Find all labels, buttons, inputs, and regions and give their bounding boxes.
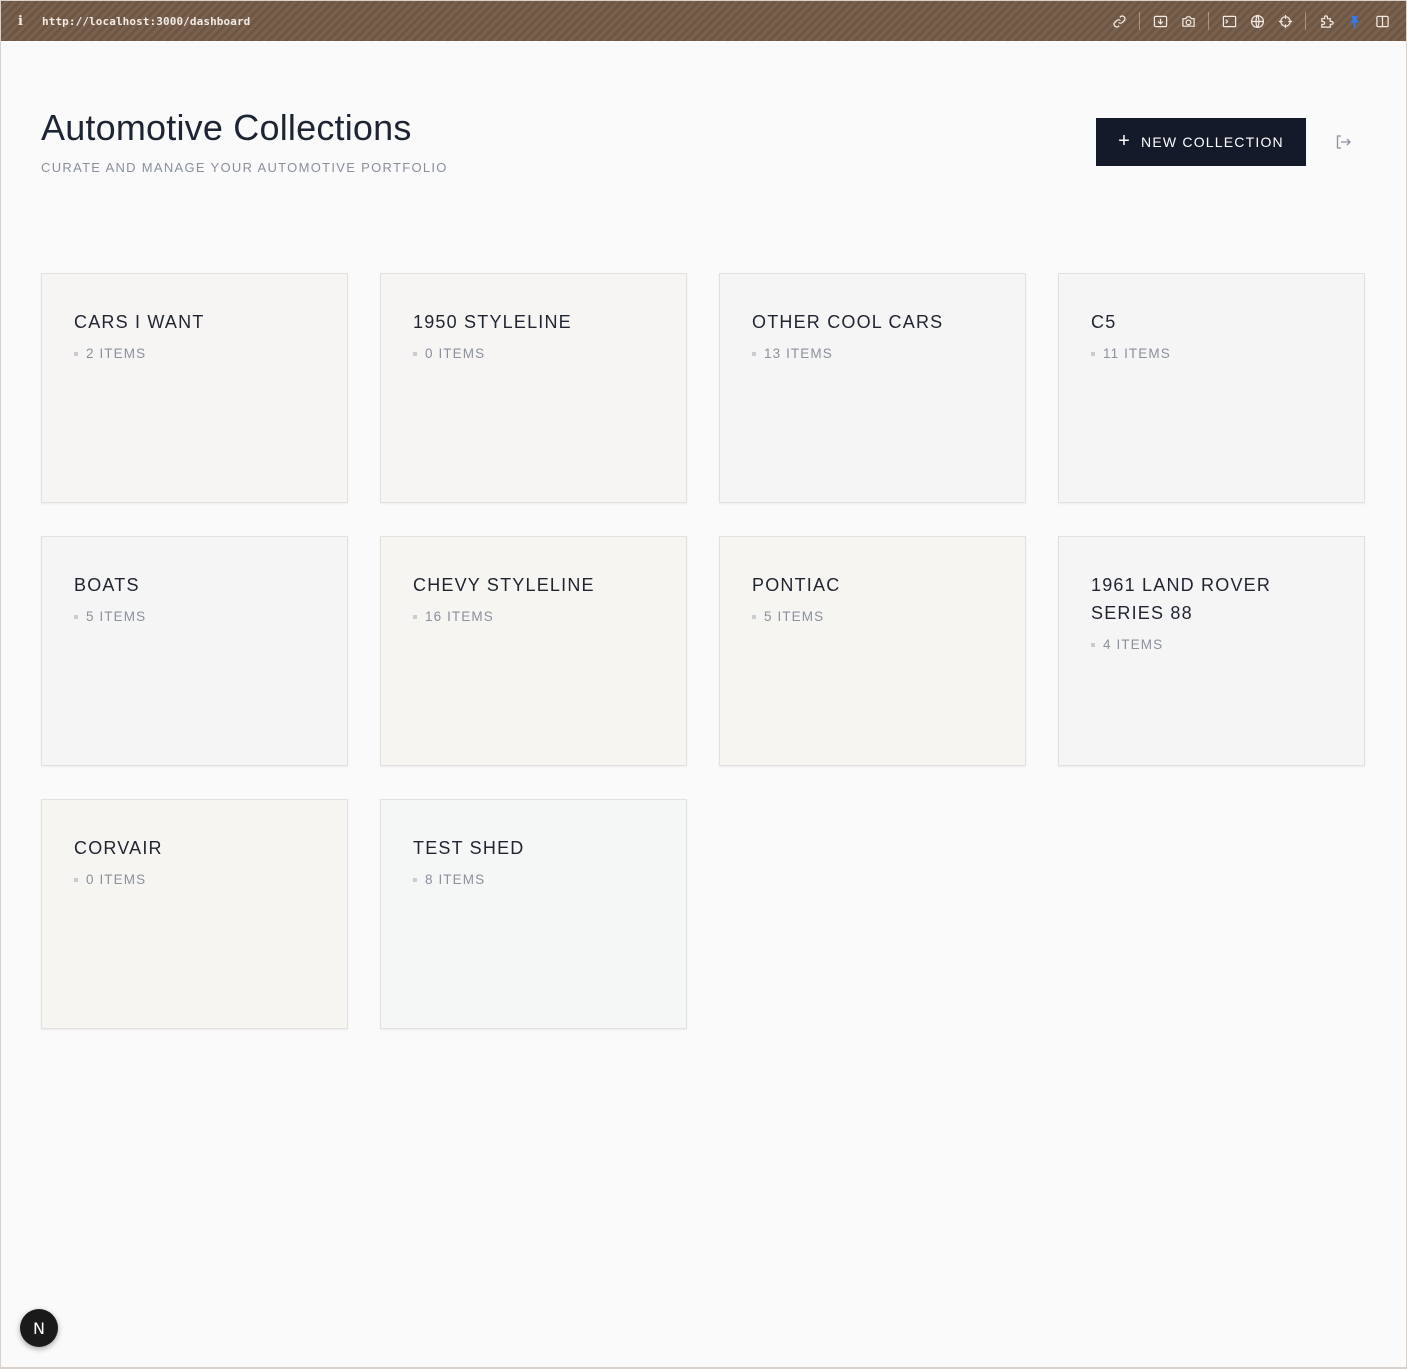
download-icon[interactable] bbox=[1146, 1, 1174, 41]
dashboard-page: Automotive Collections CURATE AND MANAGE… bbox=[1, 41, 1406, 1367]
collection-title: CARS I WANT bbox=[74, 312, 205, 332]
collection-title: TEST SHED bbox=[413, 838, 525, 858]
collection-card[interactable]: 1950 STYLELINE 0 ITEMS bbox=[380, 273, 687, 503]
collection-item-count: 5 ITEMS bbox=[752, 609, 993, 624]
collection-title: OTHER COOL CARS bbox=[752, 312, 944, 332]
collection-card[interactable]: C5 11 ITEMS bbox=[1058, 273, 1365, 503]
collection-card[interactable]: 1961 LAND ROVER SERIES 88 4 ITEMS bbox=[1058, 536, 1365, 766]
crosshair-icon[interactable] bbox=[1271, 1, 1299, 41]
collection-title: C5 bbox=[1091, 312, 1117, 332]
collection-title: CHEVY STYLELINE bbox=[413, 575, 595, 595]
toolbar-icons bbox=[1105, 1, 1396, 41]
collection-title: BOATS bbox=[74, 575, 140, 595]
browser-window: i http://localhost:3000/dashboard Automo… bbox=[1, 1, 1406, 1367]
item-count-text: 5 ITEMS bbox=[764, 609, 825, 624]
terminal-icon[interactable] bbox=[1215, 1, 1243, 41]
collection-title: 1950 STYLELINE bbox=[413, 312, 572, 332]
collection-grid: CARS I WANT 2 ITEMS 1950 STYLELINE 0 ITEMS O… bbox=[41, 273, 1365, 1029]
item-count-text: 5 ITEMS bbox=[86, 609, 147, 624]
link-icon[interactable] bbox=[1105, 1, 1133, 41]
toolbar-divider bbox=[1305, 12, 1306, 30]
collection-item-count: 2 ITEMS bbox=[74, 346, 315, 361]
browser-toolbar: i http://localhost:3000/dashboard bbox=[1, 1, 1406, 41]
item-count-text: 8 ITEMS bbox=[425, 872, 486, 887]
item-count-text: 11 ITEMS bbox=[1103, 346, 1171, 361]
collection-item-count: 5 ITEMS bbox=[74, 609, 315, 624]
collection-card[interactable]: CORVAIR 0 ITEMS bbox=[41, 799, 348, 1029]
bullet-icon bbox=[74, 351, 78, 356]
nextjs-dev-badge[interactable]: N bbox=[20, 1309, 58, 1347]
page-title: Automotive Collections bbox=[41, 107, 412, 148]
collection-item-count: 8 ITEMS bbox=[413, 872, 654, 887]
collection-item-count: 13 ITEMS bbox=[752, 346, 993, 361]
item-count-text: 0 ITEMS bbox=[425, 346, 486, 361]
item-count-text: 16 ITEMS bbox=[425, 609, 494, 624]
plus-icon: + bbox=[1118, 130, 1132, 152]
collection-card[interactable]: TEST SHED 8 ITEMS bbox=[380, 799, 687, 1029]
bullet-icon bbox=[752, 351, 756, 356]
bullet-icon bbox=[413, 614, 417, 619]
collection-item-count: 4 ITEMS bbox=[1091, 637, 1332, 652]
bullet-icon bbox=[1091, 351, 1095, 356]
collection-card[interactable]: BOATS 5 ITEMS bbox=[41, 536, 348, 766]
toolbar-divider bbox=[1208, 12, 1209, 30]
address-bar-url[interactable]: http://localhost:3000/dashboard bbox=[42, 15, 250, 28]
bullet-icon bbox=[74, 614, 78, 619]
collection-item-count: 16 ITEMS bbox=[413, 609, 654, 624]
collection-card[interactable]: PONTIAC 5 ITEMS bbox=[719, 536, 1026, 766]
logout-icon[interactable] bbox=[1332, 131, 1354, 153]
item-count-text: 2 ITEMS bbox=[86, 346, 147, 361]
collection-card[interactable]: OTHER COOL CARS 13 ITEMS bbox=[719, 273, 1026, 503]
item-count-text: 13 ITEMS bbox=[764, 346, 833, 361]
bullet-icon bbox=[752, 614, 756, 619]
bullet-icon bbox=[1091, 642, 1095, 647]
collection-title: CORVAIR bbox=[74, 838, 163, 858]
globe-icon[interactable] bbox=[1243, 1, 1271, 41]
collection-title: PONTIAC bbox=[752, 575, 841, 595]
bullet-icon bbox=[413, 877, 417, 882]
pin-icon[interactable] bbox=[1340, 1, 1368, 41]
extensions-icon[interactable] bbox=[1312, 1, 1340, 41]
camera-icon[interactable] bbox=[1174, 1, 1202, 41]
bullet-icon bbox=[413, 351, 417, 356]
collection-item-count: 0 ITEMS bbox=[413, 346, 654, 361]
page-subtitle: CURATE AND MANAGE YOUR AUTOMOTIVE PORTFO… bbox=[41, 160, 448, 175]
new-collection-label: NEW COLLECTION bbox=[1141, 134, 1284, 150]
item-count-text: 0 ITEMS bbox=[86, 872, 147, 887]
nextjs-logo-icon: N bbox=[33, 1318, 45, 1338]
collection-item-count: 0 ITEMS bbox=[74, 872, 315, 887]
toolbar-divider bbox=[1139, 12, 1140, 30]
collection-title: 1961 LAND ROVER SERIES 88 bbox=[1091, 575, 1272, 623]
collection-card[interactable]: CARS I WANT 2 ITEMS bbox=[41, 273, 348, 503]
sidebar-icon[interactable] bbox=[1368, 1, 1396, 41]
new-collection-button[interactable]: + NEW COLLECTION bbox=[1096, 118, 1306, 166]
info-icon[interactable]: i bbox=[18, 14, 30, 29]
collection-card[interactable]: CHEVY STYLELINE 16 ITEMS bbox=[380, 536, 687, 766]
collection-item-count: 11 ITEMS bbox=[1091, 346, 1332, 361]
item-count-text: 4 ITEMS bbox=[1103, 637, 1164, 652]
bullet-icon bbox=[74, 877, 78, 882]
